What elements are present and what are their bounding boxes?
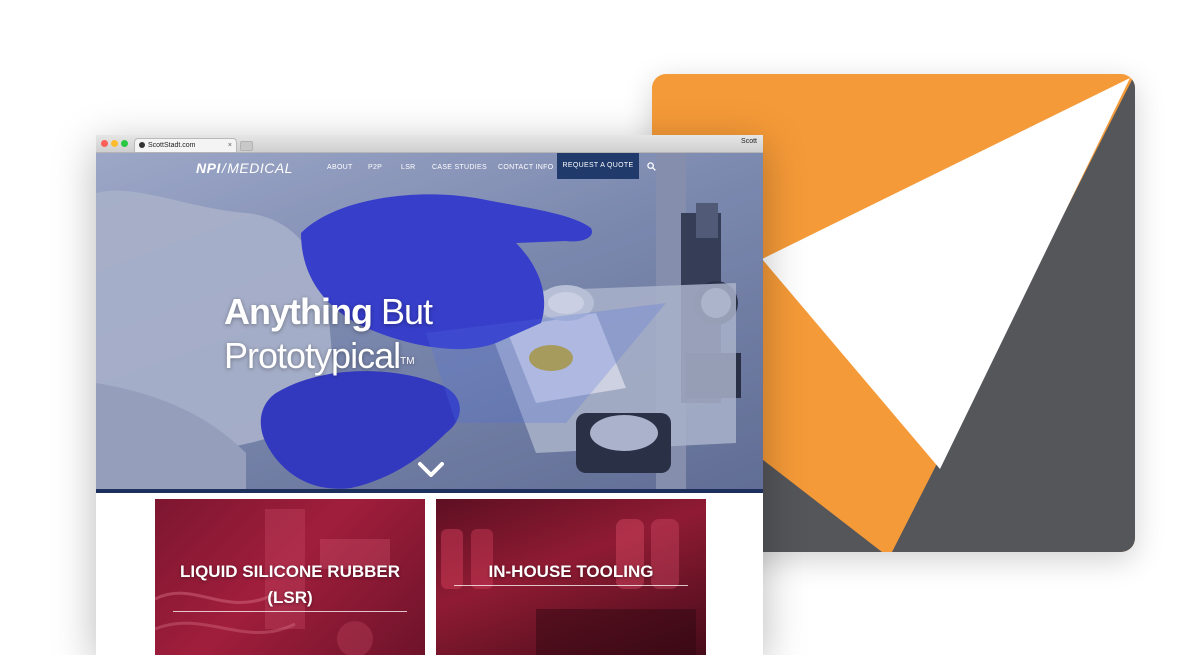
browser-window: ScottStadt.com × Scott NPI/MEDICAL ABOUT…	[96, 135, 763, 655]
site-logo[interactable]: NPI/MEDICAL	[196, 160, 293, 176]
hero-headline-line2-text: Prototypical	[224, 335, 401, 376]
tab-close-icon[interactable]: ×	[228, 140, 232, 151]
card-divider	[454, 585, 688, 586]
logo-npi-text: NPI	[196, 160, 221, 176]
favicon-icon	[139, 142, 145, 148]
request-quote-button[interactable]: REQUEST A QUOTE	[557, 153, 639, 179]
browser-toolbar: ScottStadt.com × Scott	[96, 135, 763, 153]
hero-headline-strong: Anything	[224, 291, 373, 332]
hero-section: NPI/MEDICAL ABOUT P2P LSR CASE STUDIES C…	[96, 153, 763, 493]
chevron-down-icon[interactable]	[417, 461, 445, 479]
logo-medical-text: MEDICAL	[227, 160, 293, 176]
minimize-window-button[interactable]	[111, 140, 118, 147]
logo-separator: /	[221, 160, 227, 176]
hero-headline-line1: Anything But	[224, 291, 433, 333]
search-icon[interactable]	[647, 162, 656, 171]
card-divider	[173, 611, 407, 612]
maximize-window-button[interactable]	[121, 140, 128, 147]
nav-item-contact-info[interactable]: CONTACT INFO	[498, 164, 553, 171]
hero-headline: Anything But PrototypicalTM	[224, 291, 433, 379]
site-navigation: NPI/MEDICAL ABOUT P2P LSR CASE STUDIES C…	[96, 153, 763, 183]
hero-headline-line2: PrototypicalTM	[224, 333, 432, 379]
nav-item-p2p[interactable]: P2P	[368, 164, 382, 171]
nav-item-about[interactable]: ABOUT	[327, 164, 353, 171]
hero-divider	[96, 489, 763, 493]
new-tab-button[interactable]	[240, 141, 253, 151]
service-card-tooling[interactable]: IN-HOUSE TOOLING	[436, 499, 706, 655]
profile-name[interactable]: Scott	[741, 138, 757, 145]
nav-item-case-studies[interactable]: CASE STUDIES	[432, 164, 487, 171]
nav-item-lsr[interactable]: LSR	[401, 164, 416, 171]
tab-title: ScottStadt.com	[148, 142, 196, 149]
service-card-lsr[interactable]: LIQUID SILICONE RUBBER (LSR)	[155, 499, 425, 655]
close-window-button[interactable]	[101, 140, 108, 147]
card-title-tooling: IN-HOUSE TOOLING	[488, 562, 654, 581]
card-title-lsr: LIQUID SILICONE RUBBER (LSR)	[179, 562, 401, 607]
hero-headline-light: But	[381, 291, 433, 332]
trademark-symbol: TM	[400, 356, 415, 367]
browser-tab[interactable]: ScottStadt.com ×	[134, 138, 237, 152]
